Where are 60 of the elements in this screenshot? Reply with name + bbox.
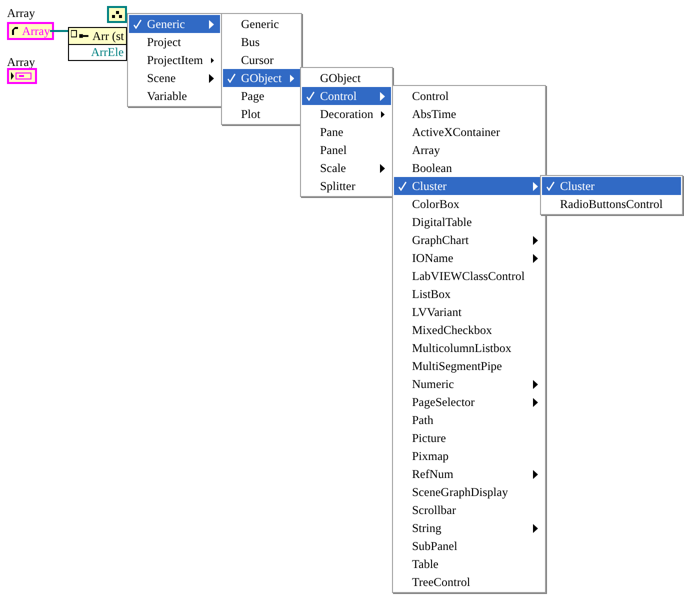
menu-item[interactable]: Control xyxy=(394,87,544,105)
node-field: ArrEle xyxy=(69,45,126,60)
menu-item[interactable]: DigitalTable xyxy=(394,213,544,231)
menu-item[interactable]: Cluster xyxy=(542,177,681,195)
constant-label: Array xyxy=(7,55,35,69)
menu-item[interactable]: Cursor xyxy=(223,51,300,69)
menu-item[interactable]: MixedCheckbox xyxy=(394,321,544,339)
menu-item[interactable]: Scrollbar xyxy=(394,501,544,519)
menu-item[interactable]: LVVariant xyxy=(394,303,544,321)
menu-item[interactable]: MultiSegmentPipe xyxy=(394,357,544,375)
menu-item[interactable]: ColorBox xyxy=(394,195,544,213)
checkmark-icon xyxy=(546,181,555,191)
menu-item[interactable]: ProjectItem xyxy=(129,51,220,69)
menu-item[interactable]: Bus xyxy=(223,33,300,51)
menu-item[interactable]: Path xyxy=(394,411,544,429)
menu-item[interactable]: Project xyxy=(129,33,220,51)
cluster-node-icon xyxy=(107,6,127,23)
menu-item[interactable]: Generic xyxy=(129,15,220,33)
menu-item[interactable]: Variable xyxy=(129,87,220,105)
menu-item[interactable]: IOName xyxy=(394,249,544,267)
menu-item[interactable]: RefNum xyxy=(394,465,544,483)
menu-item[interactable]: Pixmap xyxy=(394,447,544,465)
menu-item[interactable]: Scene xyxy=(129,69,220,87)
menu-item[interactable]: String xyxy=(394,519,544,537)
checkmark-icon xyxy=(133,19,142,29)
menu-item[interactable]: Array xyxy=(394,141,544,159)
menu-item[interactable]: Table xyxy=(394,555,544,573)
menu-item[interactable]: TreeControl xyxy=(394,573,544,591)
menu-item[interactable]: Control xyxy=(302,87,391,105)
menu-item[interactable]: Picture xyxy=(394,429,544,447)
menu-item[interactable]: LabVIEWClassControl xyxy=(394,267,544,285)
arrow-icon xyxy=(11,27,19,35)
menu-item[interactable]: Generic xyxy=(223,15,300,33)
menu-item[interactable]: GraphChart xyxy=(394,231,544,249)
menu-item[interactable]: Boolean xyxy=(394,159,544,177)
node-title: Arr (st xyxy=(92,30,124,42)
array-constant-icon xyxy=(11,72,33,80)
wire xyxy=(50,30,68,32)
menu-item[interactable]: Pane xyxy=(302,123,391,141)
checkmark-icon xyxy=(227,73,236,83)
menu-item[interactable]: Decoration xyxy=(302,105,391,123)
menu-item[interactable]: PageSelector xyxy=(394,393,544,411)
menu-item[interactable]: SceneGraphDisplay xyxy=(394,483,544,501)
menu-item[interactable]: Numeric xyxy=(394,375,544,393)
menu-item[interactable]: AbsTime xyxy=(394,105,544,123)
menu-item[interactable]: GObject xyxy=(302,69,391,87)
menu-item[interactable]: Scale xyxy=(302,159,391,177)
menu-item[interactable]: Splitter xyxy=(302,177,391,195)
menu-item[interactable]: ActiveXContainer xyxy=(394,123,544,141)
menu-item[interactable]: SubPanel xyxy=(394,537,544,555)
menu-item[interactable]: Panel xyxy=(302,141,391,159)
menu-item[interactable]: MulticolumnListbox xyxy=(394,339,544,357)
checkmark-icon xyxy=(398,181,407,191)
control-label: Array xyxy=(7,6,35,20)
menu-item[interactable]: ListBox xyxy=(394,285,544,303)
menu-item[interactable]: Plot xyxy=(223,105,300,123)
menu-item[interactable]: GObject xyxy=(223,69,300,87)
menu-item[interactable]: RadioButtonsControl xyxy=(542,195,681,213)
menu-item[interactable]: Page xyxy=(223,87,300,105)
checkmark-icon xyxy=(306,91,315,101)
